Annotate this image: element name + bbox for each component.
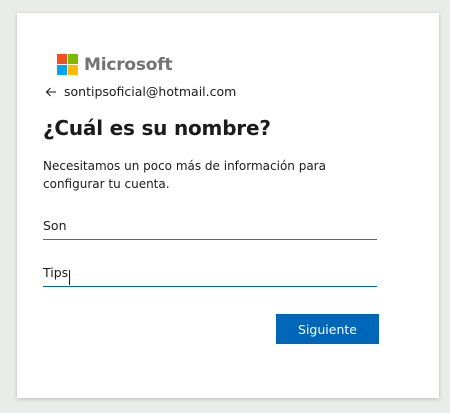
next-button[interactable]: Siguiente: [276, 314, 379, 344]
first-name-input[interactable]: [43, 212, 377, 240]
microsoft-logo-icon: [57, 54, 78, 75]
arrow-left-icon[interactable]: [44, 85, 58, 99]
last-name-input[interactable]: [43, 259, 377, 287]
form-description: Necesitamos un poco más de información p…: [43, 159, 326, 191]
text-cursor: [69, 270, 70, 285]
account-email: sontipsoficial@hotmail.com: [64, 84, 237, 99]
identity-banner: sontipsoficial@hotmail.com: [44, 84, 236, 99]
page-title: ¿Cuál es su nombre?: [43, 116, 271, 140]
brand-header: Microsoft: [57, 54, 173, 75]
brand-name: Microsoft: [84, 54, 173, 75]
